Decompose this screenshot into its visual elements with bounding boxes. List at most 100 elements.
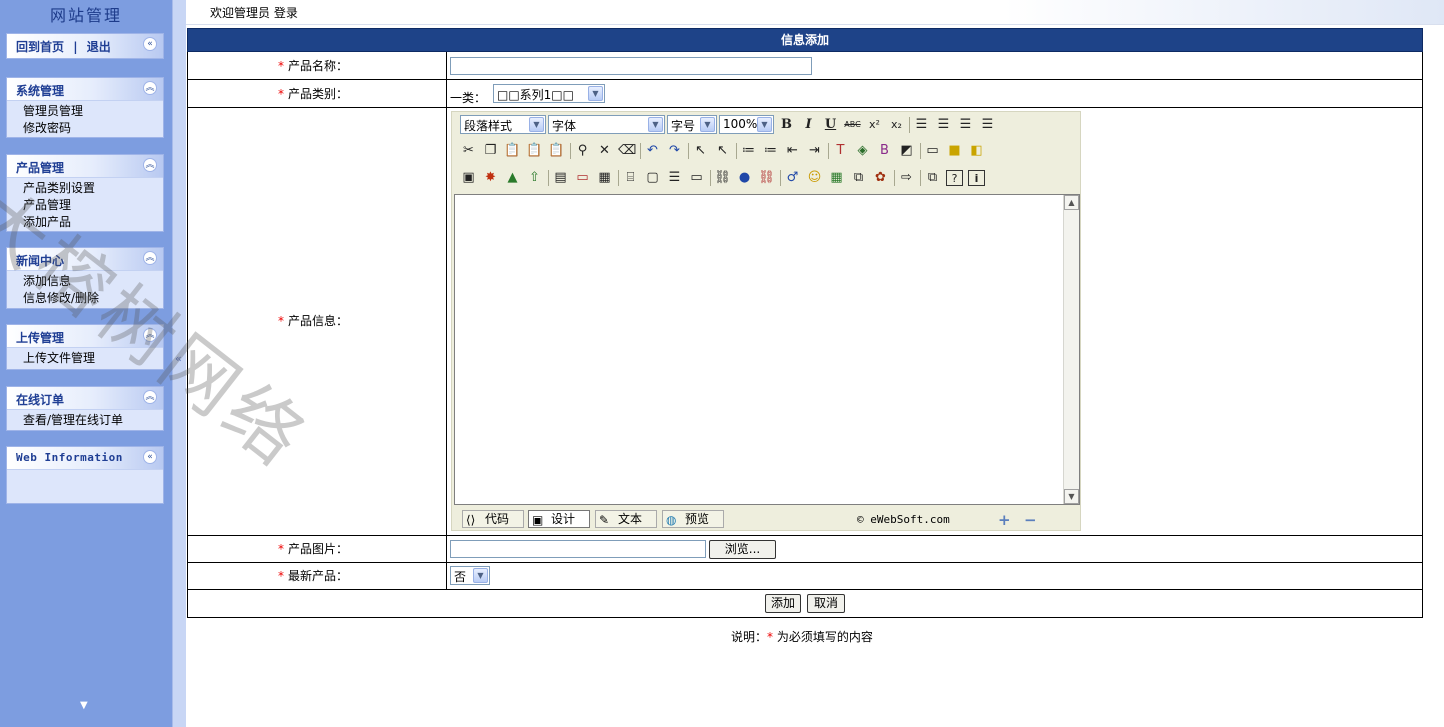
expand-up-icon[interactable]: ︽ [143,328,157,342]
delete-icon[interactable]: ✕ [596,143,613,159]
subscript-icon[interactable]: x₂ [888,117,905,133]
collapse-sidebar-icon[interactable]: « [175,352,182,365]
scroll-up-icon[interactable]: ▲ [1064,195,1079,210]
sidebar-item-change-password[interactable]: 修改密码 [23,120,163,137]
form-icon[interactable]: ⌸ [622,170,639,186]
zoom-select[interactable]: 100% ▼ [719,115,774,134]
zoom-in-icon[interactable]: + [998,511,1011,529]
table-cell-icon[interactable]: ▦ [596,170,613,186]
special-char-icon[interactable]: ♂ [784,170,801,186]
panel-title-system[interactable]: 系统管理 [16,82,64,99]
superscript-icon[interactable]: x² [866,117,883,133]
paragraph-style-select[interactable]: 段落样式 ▼ [460,115,546,134]
note-icon[interactable]: ■ [946,143,963,159]
sidebar-item-add-info[interactable]: 添加信息 [23,273,163,290]
table-row-icon[interactable]: ▭ [574,170,591,186]
template-icon[interactable]: ▢ [644,170,661,186]
media-icon[interactable]: ▲ [504,170,521,186]
layer-icon[interactable]: ◧ [968,143,985,159]
sidebar-item-category-settings[interactable]: 产品类别设置 [23,180,163,197]
strikethrough-icon[interactable]: ABC [844,117,861,133]
cut-icon[interactable]: ✂ [460,143,477,159]
paste-icon[interactable]: 📋 [504,143,521,159]
sidebar-item-upload-files[interactable]: 上传文件管理 [23,350,163,367]
flash-icon[interactable]: ✸ [482,170,499,186]
editor-scrollbar[interactable]: ▲ ▼ [1063,195,1079,504]
fill-icon[interactable]: ◩ [898,143,915,159]
marquee-icon[interactable]: ▭ [688,170,705,186]
find-icon[interactable]: ⚲ [574,143,591,159]
image-icon[interactable]: ▣ [460,170,477,186]
font-select[interactable]: 字体 ▼ [548,115,665,134]
editor-content-area[interactable]: ▲ ▼ [454,194,1080,505]
sidebar-item-online-orders[interactable]: 查看/管理在线订单 [23,412,163,429]
underline-icon[interactable]: U [822,117,839,133]
expand-up-icon[interactable]: ︽ [143,390,157,404]
align-justify-icon[interactable]: ☰ [979,117,996,133]
font-size-select[interactable]: 字号 ▼ [667,115,717,134]
export-icon[interactable]: ⇨ [898,170,915,186]
add-button[interactable]: 添加 [765,594,801,613]
scroll-down-icon[interactable]: ▼ [80,700,88,711]
panel-title-product[interactable]: 产品管理 [16,159,64,176]
zoom-out-icon[interactable]: − [1024,511,1037,529]
highlight-color-icon[interactable]: ◈ [854,143,871,159]
anchor-icon[interactable]: ● [736,170,753,186]
undo-icon[interactable]: ↶ [644,143,661,159]
about-icon[interactable]: i [968,170,985,186]
expand-up-icon[interactable]: ︽ [143,81,157,95]
sidebar-item-add-product[interactable]: 添加产品 [23,214,163,231]
bold-icon[interactable]: B [778,117,795,133]
paste-word-icon[interactable]: 📋 [548,143,565,159]
collapse-icon[interactable]: « [143,450,157,464]
upload-icon[interactable]: ⇧ [526,170,543,186]
frame-icon[interactable]: ▭ [924,143,941,159]
product-name-input[interactable] [450,57,812,75]
sidebar-splitter[interactable]: « [172,0,186,727]
cancel-button[interactable]: 取消 [807,594,845,613]
tab-code[interactable]: ⟨⟩ 代码 [462,510,524,528]
link-icon[interactable]: ⛓ [714,170,731,186]
ordered-list-icon[interactable]: ≔ [740,143,757,159]
italic-icon[interactable]: I [800,117,817,133]
excel-icon[interactable]: ▦ [828,170,845,186]
outdent-icon[interactable]: ⇤ [784,143,801,159]
align-center-icon[interactable]: ☰ [935,117,952,133]
home-link[interactable]: 回到首页 [16,40,64,54]
redo-icon[interactable]: ↷ [666,143,683,159]
paste-text-icon[interactable]: 📋 [526,143,543,159]
text-color-icon[interactable]: T [832,143,849,159]
editor-copyright[interactable]: © eWebSoft.com [857,513,950,526]
panel-title-orders[interactable]: 在线订单 [16,391,64,408]
panel-title-news[interactable]: 新闻中心 [16,252,64,269]
sidebar-item-edit-info[interactable]: 信息修改/删除 [23,290,163,307]
sidebar-item-product-manage[interactable]: 产品管理 [23,197,163,214]
unlink-icon[interactable]: ⛓ [758,170,775,186]
fullscreen-icon[interactable]: ⧉ [924,170,941,186]
date-icon[interactable]: ✿ [872,170,889,186]
sidebar-item-admin-manage[interactable]: 管理员管理 [23,103,163,120]
deselect-icon[interactable]: ↖ [714,143,731,159]
logout-link[interactable]: 退出 [87,40,111,54]
align-left-icon[interactable]: ☰ [913,117,930,133]
browse-button[interactable]: 浏览... [709,540,776,559]
latest-product-select[interactable]: 否 ▼ [450,566,490,585]
unordered-list-icon[interactable]: ≔ [762,143,779,159]
tab-design[interactable]: ▣ 设计 [528,510,590,528]
expand-up-icon[interactable]: ︽ [143,158,157,172]
emoticon-icon[interactable]: ☺ [806,170,823,186]
tab-text[interactable]: ✎ 文本 [595,510,657,528]
page-break-icon[interactable]: ⧉ [850,170,867,186]
indent-icon[interactable]: ⇥ [806,143,823,159]
align-right-icon[interactable]: ☰ [957,117,974,133]
product-image-input[interactable] [450,540,706,558]
panel-title-web-information[interactable]: Web Information [16,451,123,464]
select-all-icon[interactable]: ↖ [692,143,709,159]
background-color-icon[interactable]: B [876,143,893,159]
horizontal-rule-icon[interactable]: ☰ [666,170,683,186]
collapse-icon[interactable]: « [143,37,157,51]
category-select[interactable]: □□系列1□□ ▼ [493,84,605,103]
eraser-icon[interactable]: ⌫ [618,143,636,159]
copy-icon[interactable]: ❐ [482,143,499,159]
expand-up-icon[interactable]: ︽ [143,251,157,265]
